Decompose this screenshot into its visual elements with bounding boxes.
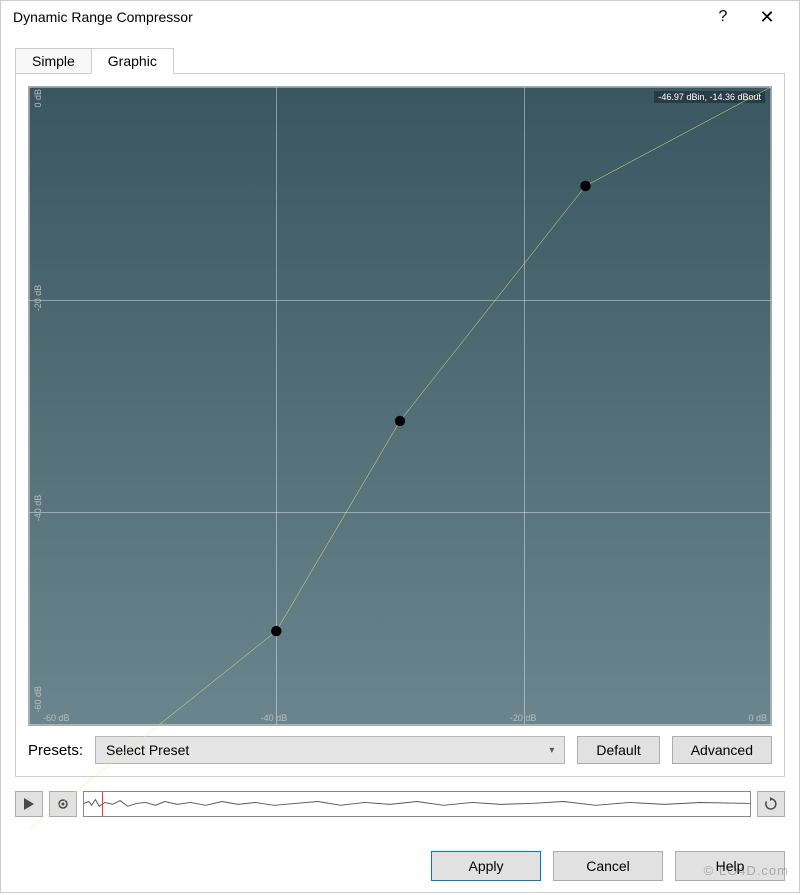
- close-icon[interactable]: ✕: [745, 1, 789, 33]
- dialog-window: Dynamic Range Compressor ? ✕ Simple Grap…: [0, 0, 800, 893]
- preview-row: [15, 791, 785, 817]
- help-button[interactable]: Help: [675, 851, 785, 881]
- preview-waveform[interactable]: [83, 791, 751, 817]
- titlebar: Dynamic Range Compressor ? ✕: [1, 1, 799, 33]
- playhead[interactable]: [102, 792, 103, 816]
- tab-graphic[interactable]: Graphic: [91, 48, 174, 74]
- tab-simple[interactable]: Simple: [15, 48, 92, 74]
- help-icon[interactable]: ?: [701, 1, 745, 33]
- tab-panel: 0 dB -20 dB -40 dB -60 dB -60 dB -40 dB …: [15, 73, 785, 777]
- waveform-icon: [84, 792, 750, 815]
- apply-button[interactable]: Apply: [431, 851, 541, 881]
- cancel-button[interactable]: Cancel: [553, 851, 663, 881]
- dialog-buttons: Apply Cancel Help: [1, 841, 799, 895]
- window-title: Dynamic Range Compressor: [11, 9, 701, 25]
- compressor-graph[interactable]: 0 dB -20 dB -40 dB -60 dB -60 dB -40 dB …: [28, 86, 772, 726]
- transfer-curve[interactable]: [29, 87, 771, 829]
- tab-bar: Simple Graphic: [15, 48, 785, 74]
- dialog-body: Simple Graphic 0 dB -20 dB -40 dB -60 dB…: [1, 33, 799, 827]
